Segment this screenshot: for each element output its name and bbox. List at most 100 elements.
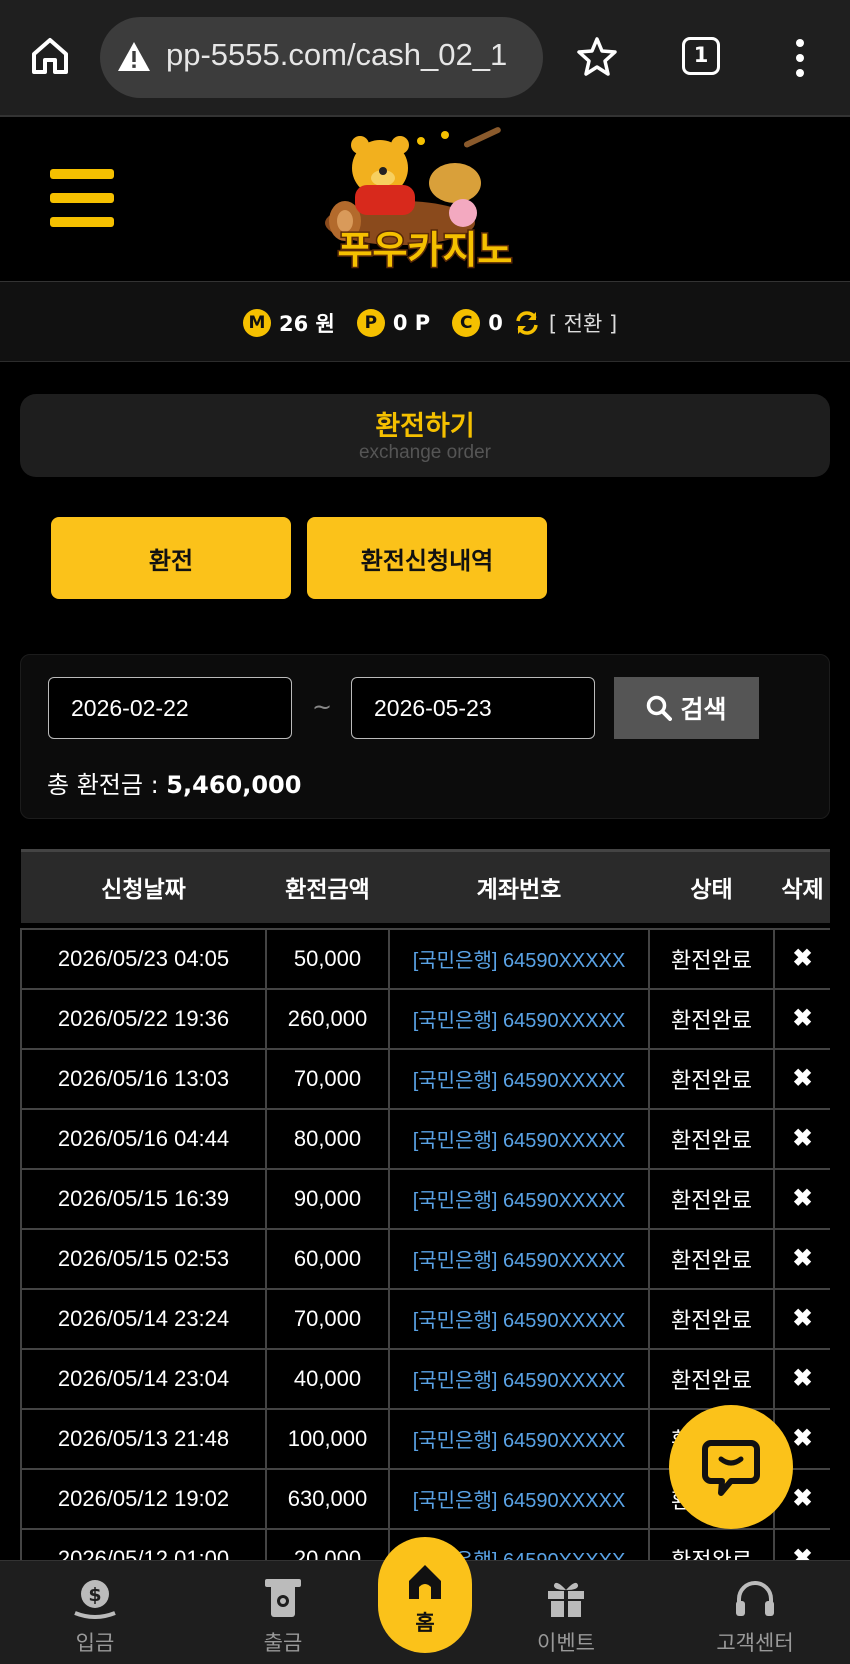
column-header-delete: 삭제 — [774, 849, 830, 923]
row-delete-button[interactable]: ✖ — [773, 1167, 830, 1230]
search-icon — [647, 695, 673, 721]
deposit-coin-icon: $ — [74, 1580, 116, 1619]
column-header-status: 상태 — [649, 849, 774, 923]
row-date: 2026/05/16 13:03 — [20, 1047, 267, 1110]
row-date: 2026/05/14 23:24 — [20, 1287, 267, 1350]
row-status: 환전완료 — [648, 1227, 775, 1290]
logo-text: 푸우카지노 — [338, 228, 513, 272]
chat-bubble-icon — [702, 1440, 760, 1496]
row-amount: 90,000 — [265, 1167, 390, 1230]
row-account[interactable]: [국민은행] 64590XXXXX — [388, 1347, 650, 1410]
casino-coin-icon: C — [452, 309, 481, 337]
row-account[interactable]: [국민은행] 64590XXXXX — [388, 1227, 650, 1290]
table-row: 2026/05/14 23:24 70,000 [국민은행] 64590XXXXX 환… — [20, 1287, 830, 1350]
row-account[interactable]: [국민은행] 64590XXXXX — [388, 1107, 650, 1170]
row-date: 2026/05/12 01:00 — [20, 1527, 267, 1560]
tab-switcher-button[interactable]: 1 — [682, 37, 720, 75]
home-icon — [409, 1565, 441, 1599]
row-date: 2026/05/15 02:53 — [20, 1227, 267, 1290]
table-row: 2026/05/16 04:44 80,000 [국민은행] 64590XXXXX 환… — [20, 1107, 830, 1170]
row-account[interactable]: [국민은행] 64590XXXXX — [388, 987, 650, 1050]
address-bar[interactable]: pp-5555.com/cash_02_1 — [100, 17, 543, 98]
row-delete-button[interactable]: ✖ — [773, 1287, 830, 1350]
table-row: 2026/05/14 23:04 40,000 [국민은행] 64590XXXXX 환… — [20, 1347, 830, 1410]
row-status: 환전완료 — [648, 1527, 775, 1560]
nav-withdraw-label: 출금 — [263, 1631, 303, 1655]
browser-home-icon[interactable] — [28, 34, 72, 78]
date-from-input[interactable] — [48, 677, 292, 739]
row-amount: 70,000 — [265, 1287, 390, 1350]
row-amount: 630,000 — [265, 1467, 390, 1530]
point-balance: 0 P — [392, 311, 431, 335]
table-row: 2026/05/22 19:36 260,000 [국민은행] 64590XXXXX… — [20, 987, 830, 1050]
column-header-amount: 환전금액 — [266, 849, 389, 923]
money-balance: 26 원 — [279, 312, 335, 336]
live-chat-button[interactable] — [669, 1405, 793, 1529]
column-header-date: 신청날짜 — [21, 849, 266, 923]
row-delete-button[interactable]: ✖ — [773, 1227, 830, 1290]
nav-deposit-label: 입금 — [75, 1631, 115, 1655]
row-status: 환전완료 — [648, 987, 775, 1050]
svg-text:$: $ — [88, 1584, 101, 1606]
nav-support[interactable]: 고객센터 — [685, 1561, 825, 1664]
row-delete-button[interactable]: ✖ — [773, 1047, 830, 1110]
date-to-input[interactable] — [351, 677, 595, 739]
nav-deposit[interactable]: $ 입금 — [25, 1561, 165, 1664]
row-account[interactable]: [국민은행] 64590XXXXX — [388, 1467, 650, 1530]
row-amount: 40,000 — [265, 1347, 390, 1410]
row-date: 2026/05/23 04:05 — [20, 927, 267, 990]
row-delete-button[interactable]: ✖ — [773, 987, 830, 1050]
row-status: 환전완료 — [648, 1107, 775, 1170]
row-delete-button[interactable]: ✖ — [773, 927, 830, 990]
total-exchange-value: 5,460,000 — [166, 771, 302, 799]
nav-support-label: 고객센터 — [716, 1631, 794, 1655]
row-status: 환전완료 — [648, 1287, 775, 1350]
row-status: 환전완료 — [648, 1047, 775, 1110]
refresh-icon[interactable] — [513, 309, 541, 337]
browser-toolbar: pp-5555.com/cash_02_1 1 — [0, 0, 850, 117]
search-button[interactable]: 검색 — [614, 677, 759, 739]
date-range-separator: ~ — [312, 693, 333, 721]
page-title-card: 환전하기 exchange order — [20, 394, 830, 477]
page-title: 환전하기 — [375, 411, 475, 442]
not-secure-warning-icon[interactable] — [116, 39, 152, 75]
page-subtitle: exchange order — [358, 442, 492, 463]
point-coin-icon: P — [356, 309, 385, 337]
row-date: 2026/05/13 21:48 — [20, 1407, 267, 1470]
money-coin-icon: M — [243, 309, 271, 337]
exchange-tab-button[interactable]: 환전 — [51, 517, 291, 599]
row-date: 2026/05/16 04:44 — [20, 1107, 267, 1170]
site-logo[interactable]: 푸우카지노 — [305, 123, 545, 275]
row-status: 환전완료 — [648, 1167, 775, 1230]
row-delete-button[interactable]: ✖ — [773, 1347, 830, 1410]
swap-button[interactable]: [ 전환 ] — [549, 308, 617, 338]
url-text[interactable]: pp-5555.com/cash_02_1 — [166, 37, 507, 73]
hamburger-menu-icon[interactable] — [50, 169, 114, 227]
exchange-history-tab-button[interactable]: 환전신청내역 — [307, 517, 547, 599]
balance-bar: M 26 원 P 0 P C 0 [ 전환 ] — [0, 282, 850, 362]
gift-icon — [548, 1582, 584, 1617]
row-account[interactable]: [국민은행] 64590XXXXX — [388, 927, 650, 990]
nav-withdraw[interactable]: 출금 — [213, 1561, 353, 1664]
bookmark-star-icon[interactable] — [575, 35, 619, 79]
nav-home-label: 홈 — [415, 1611, 435, 1635]
row-account[interactable]: [국민은행] 64590XXXXX — [388, 1167, 650, 1230]
row-amount: 100,000 — [265, 1407, 390, 1470]
row-delete-button[interactable]: ✖ — [773, 1107, 830, 1170]
table-row: 2026/05/16 13:03 70,000 [국민은행] 64590XXXXX 환… — [20, 1047, 830, 1110]
row-account[interactable]: [국민은행] 64590XXXXX — [388, 1407, 650, 1470]
table-row: 2026/05/15 16:39 90,000 [국민은행] 64590XXXXX 환… — [20, 1167, 830, 1230]
row-date: 2026/05/15 16:39 — [20, 1167, 267, 1230]
nav-event[interactable]: 이벤트 — [496, 1561, 636, 1664]
column-header-account: 계좌번호 — [389, 849, 649, 923]
browser-menu-icon[interactable] — [788, 38, 812, 78]
row-account[interactable]: [국민은행] 64590XXXXX — [388, 1047, 650, 1110]
row-account[interactable]: [국민은행] 64590XXXXX — [388, 1287, 650, 1350]
row-amount: 60,000 — [265, 1227, 390, 1290]
site-header: 푸우카지노 — [0, 117, 850, 282]
withdraw-atm-icon — [265, 1579, 301, 1617]
nav-home[interactable]: 홈 — [378, 1537, 472, 1653]
total-exchange: 총 환전금 : 5,460,000 — [47, 765, 301, 800]
search-panel: ~ 검색 총 환전금 : 5,460,000 — [20, 654, 830, 819]
row-delete-button[interactable]: ✖ — [773, 1527, 830, 1560]
